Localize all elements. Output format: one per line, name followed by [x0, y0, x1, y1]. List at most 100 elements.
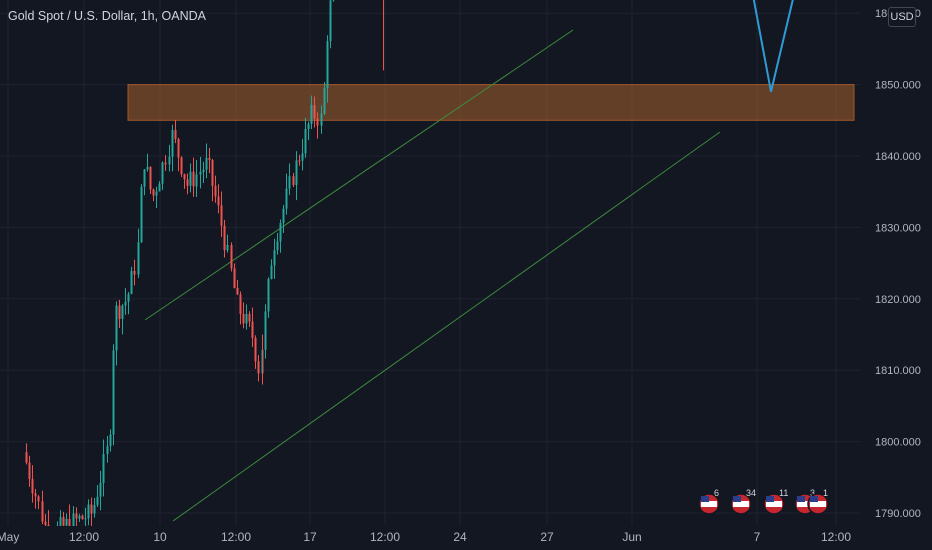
candle-body: [31, 478, 34, 494]
badge-count: 6: [714, 488, 719, 498]
candle-body: [183, 174, 186, 180]
candle-body: [273, 250, 276, 266]
candle-body: [96, 496, 99, 505]
candle-body: [164, 162, 167, 165]
price-tick-label: 1800.000: [875, 437, 921, 449]
candle-body: [186, 179, 189, 186]
candle-body: [87, 504, 90, 519]
candle-body: [161, 162, 164, 184]
candle-body: [174, 130, 177, 139]
time-tick-label: 7: [754, 530, 761, 544]
flag-canton: [766, 496, 774, 502]
candle-body: [310, 105, 313, 124]
candle-body: [44, 521, 47, 525]
candle-body: [192, 171, 195, 187]
candle-body: [152, 189, 155, 196]
candle-body: [264, 311, 267, 350]
price-tick-label: 1790.000: [875, 508, 921, 520]
badge-count: 34: [746, 488, 756, 498]
currency-button[interactable]: USD: [888, 7, 916, 27]
candle-body: [316, 118, 319, 126]
candle-body: [211, 160, 214, 186]
grid: [0, 0, 860, 525]
candle-body: [171, 130, 174, 157]
support-resistance-zones[interactable]: [127, 0, 855, 121]
candle-body: [41, 501, 44, 522]
candle-body: [202, 169, 205, 173]
time-tick-label: 10: [153, 530, 167, 544]
economic-event-badge[interactable]: 34: [730, 488, 756, 515]
candle-body: [285, 188, 288, 209]
candle-body: [220, 205, 223, 226]
candle-body: [127, 293, 130, 302]
time-tick-label: 24: [453, 530, 467, 544]
candle-body: [295, 160, 298, 185]
candle-body: [146, 167, 149, 170]
price-tick-label: 1830.000: [875, 222, 921, 234]
candle-body: [106, 446, 109, 454]
candle-body: [245, 313, 248, 324]
economic-event-badge[interactable]: 6: [698, 488, 720, 515]
candle-body: [75, 513, 78, 519]
symbol-title[interactable]: Gold Spot / U.S. Dollar, 1h, OANDA: [8, 9, 206, 23]
candle-body: [242, 313, 245, 324]
candle-body: [189, 171, 192, 186]
time-tick-label: 27: [540, 530, 554, 544]
time-tick-label: 12:00: [370, 530, 400, 544]
candle-body: [276, 241, 279, 251]
candle-body: [239, 294, 242, 314]
zone-rectangle[interactable]: [127, 84, 855, 121]
price-tick-label: 1820.000: [875, 294, 921, 306]
time-tick-label: 12:00: [821, 530, 851, 544]
candle-body: [254, 337, 257, 362]
flag-canton: [701, 496, 709, 502]
candle-body: [177, 138, 180, 158]
price-tick-label: 1850.000: [875, 80, 921, 92]
economic-event-badge[interactable]: 11: [763, 488, 788, 515]
chart-root[interactable]: 6 34 11 3 1 1790.000 1800.000 1810.000 1820.000…: [0, 0, 932, 550]
candle-body: [236, 288, 239, 295]
time-tick-label: Jun: [622, 530, 641, 544]
candle-body: [65, 518, 68, 526]
candle-body: [28, 462, 31, 479]
candle-body: [270, 265, 273, 279]
candle-body: [93, 504, 96, 514]
candle-body: [267, 278, 270, 312]
candle-body: [168, 156, 171, 165]
candle-body: [208, 157, 211, 161]
projected-path[interactable]: [684, 0, 835, 92]
candle-body: [205, 157, 208, 170]
candle-body: [115, 305, 118, 351]
time-axis[interactable]: May 12:00 10 12:00 17 12:00 24 27 Jun 7 12:00: [0, 526, 932, 550]
price-axis[interactable]: 1790.000 1800.000 1810.000 1820.000 1830.000…: [860, 0, 932, 550]
candle-body: [251, 321, 254, 338]
candle-body: [301, 153, 304, 161]
flag-canton: [797, 496, 805, 502]
price-chart[interactable]: 6 34 11 3 1 1790.0001800.0001810.0001820.000…: [0, 0, 932, 550]
candle-body: [112, 350, 115, 435]
event-badges[interactable]: 6 34 11 3 1: [698, 488, 829, 515]
candle-body: [304, 129, 307, 154]
candle-body: [320, 113, 323, 126]
candle-body: [217, 196, 220, 206]
candle-body: [133, 270, 136, 275]
candle-body: [62, 517, 65, 526]
candle-body: [313, 105, 316, 119]
candle-body: [59, 517, 62, 526]
candle-body: [226, 244, 229, 251]
candle-body: [109, 434, 112, 447]
flag-canton: [810, 496, 818, 502]
channel-lower-line[interactable]: [172, 131, 721, 522]
candle-body: [118, 305, 121, 319]
candle-body: [282, 208, 285, 224]
candle-body: [121, 305, 124, 319]
candle-body: [292, 176, 295, 185]
projected-alt-path[interactable]: [739, 0, 832, 92]
channel-upper-line[interactable]: [144, 29, 574, 321]
candle-body: [99, 482, 102, 497]
candle-body: [214, 185, 217, 197]
candle-body: [326, 41, 329, 89]
candle-body: [34, 493, 37, 497]
candle-body: [180, 157, 183, 175]
time-tick-label: 12:00: [221, 530, 251, 544]
